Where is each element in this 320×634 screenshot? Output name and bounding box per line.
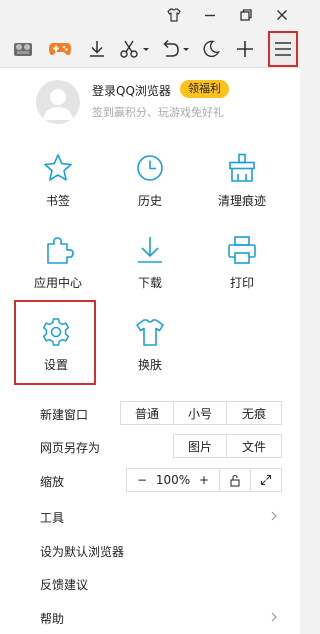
hamburger-menu-icon xyxy=(275,42,291,56)
default-user-icon xyxy=(43,89,73,120)
download-toolbar-icon[interactable] xyxy=(84,34,110,64)
downloads-button[interactable]: 下载 xyxy=(110,234,190,296)
new-window-label: 新建窗口 xyxy=(40,408,89,422)
skin-shirt-icon[interactable] xyxy=(156,0,192,30)
tools-label: 工具 xyxy=(40,511,65,525)
help-label: 帮助 xyxy=(40,612,65,626)
history-label: 历史 xyxy=(137,194,162,208)
zoom-label: 缩放 xyxy=(40,475,65,489)
undo-icon[interactable] xyxy=(158,34,192,64)
save-page-label: 网页另存为 xyxy=(40,441,101,455)
chevron-right-icon xyxy=(271,511,277,521)
game-controller-icon[interactable] xyxy=(44,34,76,64)
feedback-label: 反馈建议 xyxy=(40,578,89,592)
bookmarks-label: 书签 xyxy=(45,194,70,208)
welfare-badge[interactable]: 领福利 xyxy=(180,80,229,98)
settings-button[interactable]: 设置 xyxy=(16,316,96,378)
zoom-row: 缩放 − 100% + xyxy=(0,468,300,494)
print-label: 打印 xyxy=(229,276,254,290)
avatar[interactable] xyxy=(36,80,80,124)
print-button[interactable]: 打印 xyxy=(202,234,282,296)
zoom-lock-button[interactable] xyxy=(219,468,251,492)
save-as-file-button[interactable]: 文件 xyxy=(226,434,282,458)
shirt-icon xyxy=(136,319,164,346)
gear-icon xyxy=(42,318,70,346)
help-menu-item[interactable]: 帮助 xyxy=(0,605,300,631)
app-center-label: 应用中心 xyxy=(33,276,82,290)
zoom-control: − 100% + xyxy=(126,468,220,492)
chevron-right-icon xyxy=(271,612,277,622)
fullscreen-expand-icon xyxy=(260,474,272,486)
profile-section: 登录QQ浏览器 领福利 签到赢积分、玩游戏免好礼 xyxy=(36,80,296,130)
restore-icon[interactable] xyxy=(228,0,264,30)
save-page-row: 网页另存为 图片 文件 xyxy=(0,434,300,460)
app-center-button[interactable]: 应用中心 xyxy=(18,234,98,296)
save-as-image-button[interactable]: 图片 xyxy=(173,434,227,458)
zoom-out-button[interactable]: − xyxy=(137,473,147,487)
new-tab-plus-icon[interactable] xyxy=(232,34,258,64)
film-reel-icon[interactable] xyxy=(8,34,38,64)
bookmarks-button[interactable]: 书签 xyxy=(18,152,98,214)
new-window-incognito-button[interactable]: 无痕 xyxy=(226,401,282,425)
login-link[interactable]: 登录QQ浏览器 xyxy=(92,82,171,99)
tools-menu-item[interactable]: 工具 xyxy=(0,504,300,530)
broom-icon xyxy=(229,153,255,182)
download-icon xyxy=(138,237,162,263)
clear-traces-button[interactable]: 清理痕迹 xyxy=(202,152,282,214)
set-default-browser-item[interactable]: 设为默认浏览器 xyxy=(0,538,300,564)
new-window-normal-button[interactable]: 普通 xyxy=(120,401,174,425)
printer-icon xyxy=(228,236,256,264)
screenshot-scissors-icon[interactable] xyxy=(116,34,152,64)
new-window-small-button[interactable]: 小号 xyxy=(173,401,227,425)
lock-icon xyxy=(230,474,240,487)
profile-subtitle: 签到赢积分、玩游戏免好礼 xyxy=(92,106,224,119)
settings-label: 设置 xyxy=(43,358,68,372)
downloads-label: 下载 xyxy=(137,276,162,290)
set-default-browser-label: 设为默认浏览器 xyxy=(40,545,125,559)
night-mode-moon-icon[interactable] xyxy=(198,34,224,64)
main-menu-panel: 登录QQ浏览器 领福利 签到赢积分、玩游戏免好礼 书签 历史 清理痕迹 应用中心 xyxy=(0,68,300,634)
new-window-row: 新建窗口 普通 小号 无痕 xyxy=(0,401,300,427)
main-menu-button[interactable] xyxy=(268,31,298,67)
minimize-icon[interactable] xyxy=(192,0,228,30)
history-button[interactable]: 历史 xyxy=(110,152,190,214)
fullscreen-button[interactable] xyxy=(250,468,282,492)
zoom-in-button[interactable]: + xyxy=(199,473,209,487)
title-bar xyxy=(0,0,300,30)
browser-toolbar xyxy=(0,30,300,68)
zoom-value: 100% xyxy=(155,473,191,487)
change-skin-button[interactable]: 换肤 xyxy=(110,316,190,378)
clear-traces-label: 清理痕迹 xyxy=(217,194,266,208)
change-skin-label: 换肤 xyxy=(137,358,162,372)
feedback-item[interactable]: 反馈建议 xyxy=(0,571,300,597)
close-icon[interactable] xyxy=(264,0,300,30)
clock-icon xyxy=(137,155,163,181)
puzzle-icon xyxy=(47,237,74,264)
star-icon xyxy=(44,154,72,181)
